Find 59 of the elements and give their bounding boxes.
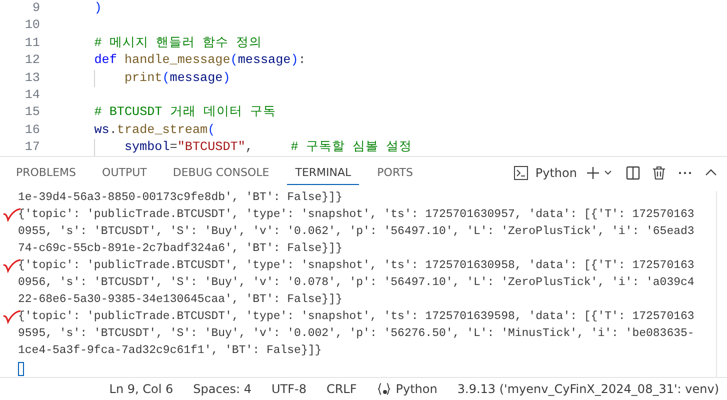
code-token: message (170, 70, 223, 87)
terminal-icon (513, 165, 530, 181)
line-number: 17 (24, 139, 41, 156)
split-icon[interactable] (625, 165, 641, 181)
code-token: handle_message (124, 52, 230, 70)
code-token: ) (290, 52, 298, 70)
braces-icon (376, 382, 391, 396)
line-number: 12 (24, 52, 41, 70)
terminal-output-line: 9595, 's': 'BTCUSDT', 'S': 'Buy', 'v': '0.002', 'p': '56276.50', 'L': 'MinusTick', 'i': 'be083635- (18, 327, 694, 340)
line-number: 9 (31, 0, 41, 17)
code-token: . (109, 122, 117, 139)
terminal-output-line: 1e-39d4-56a3-8850-00173c9fe8db', 'BT': False}]} (18, 191, 342, 204)
line-ending-setting[interactable]: CRLF (326, 382, 357, 396)
code-token: : (298, 52, 306, 70)
language-mode[interactable]: Python (376, 382, 438, 396)
indentation-setting[interactable]: Spaces: 4 (193, 382, 252, 396)
terminal-output-line: {'topic': 'publicTrade.BTCUSDT', 'type': 'snapshot', 'ts': 1725701639598, 'data': [{'T': 172570163 (18, 310, 694, 323)
code-token: ( (230, 52, 238, 70)
code-token: , (245, 139, 253, 156)
panel-tab[interactable]: TERMINAL (287, 161, 360, 185)
terminal-output-line: 0956, 's': 'BTCUSDT', 'S': 'Buy', 'v': '0.078', 'p': '56497.10', 'L': 'ZeroPlusTick', 'i': 'a039c4 (18, 276, 694, 289)
line-number: 11 (24, 34, 41, 52)
code-comment: # 메시지 핸들러 함수 정의 (94, 34, 262, 52)
terminal-output-line: 1ce4-5a3f-9fca-7ad32c9c61f1', 'BT': False}]} (18, 344, 322, 357)
code-token: "BTCUSDT" (177, 139, 246, 156)
code-token: ) (94, 0, 102, 17)
terminal-output-line: 0955, 's': 'BTCUSDT', 'S': 'Buy', 'v': '0.062', 'p': '56497.10', 'L': 'ZeroPlusTick', 'i': '65ead3 (18, 225, 694, 238)
code-token: symbol (124, 139, 170, 156)
panel-tab[interactable]: OUTPUT (94, 161, 155, 185)
encoding-setting[interactable]: UTF-8 (271, 382, 306, 396)
code-comment: # BTCUSDT 거래 데이터 구독 (94, 104, 276, 122)
code-token: ) (222, 70, 230, 87)
line-number: 16 (24, 122, 41, 139)
panel-tab[interactable]: PORTS (369, 161, 421, 185)
trash-icon[interactable] (651, 165, 667, 181)
terminal-output-line: {'topic': 'publicTrade.BTCUSDT', 'type': 'snapshot', 'ts': 1725701630957, 'data': [{'T': 172570163 (18, 208, 694, 221)
code-token: print (124, 70, 162, 87)
line-number: 13 (24, 70, 41, 87)
line-number: 14 (24, 86, 41, 104)
code-token: def (94, 52, 117, 70)
code-token: message (238, 52, 291, 70)
code-token: ws (94, 122, 110, 139)
cursor-position[interactable]: Ln 9, Col 6 (109, 382, 174, 396)
code-token: trade_stream (116, 122, 208, 139)
line-number: 15 (24, 104, 41, 122)
code-token: ( (208, 122, 216, 139)
code-token: ( (162, 70, 170, 87)
terminal-output-line: {'topic': 'publicTrade.BTCUSDT', 'type': 'snapshot', 'ts': 1725701630958, 'data': [{'T': 172570163 (18, 259, 694, 272)
code-comment: # 구독할 심볼 설정 (290, 139, 412, 156)
terminal-cursor (18, 362, 24, 376)
terminal-output-line: 74-c69c-55cb-891e-2c7badf324a6', 'BT': False}]} (18, 242, 342, 255)
code-token: = (170, 139, 178, 156)
add-terminal-icon[interactable] (585, 165, 601, 181)
terminal-profile-button[interactable]: Python (513, 165, 577, 181)
interpreter-selector[interactable]: 3.9.13 ('myenv_CyFinX_2024_08_31': venv) (457, 382, 719, 396)
panel-tab[interactable]: PROBLEMS (8, 161, 84, 185)
panel-tab[interactable]: DEBUG CONSOLE (164, 161, 278, 185)
line-number: 10 (24, 17, 41, 34)
terminal-output-line: 22-68e6-5a30-9385-34e130645caa', 'BT': False}]} (18, 293, 342, 306)
